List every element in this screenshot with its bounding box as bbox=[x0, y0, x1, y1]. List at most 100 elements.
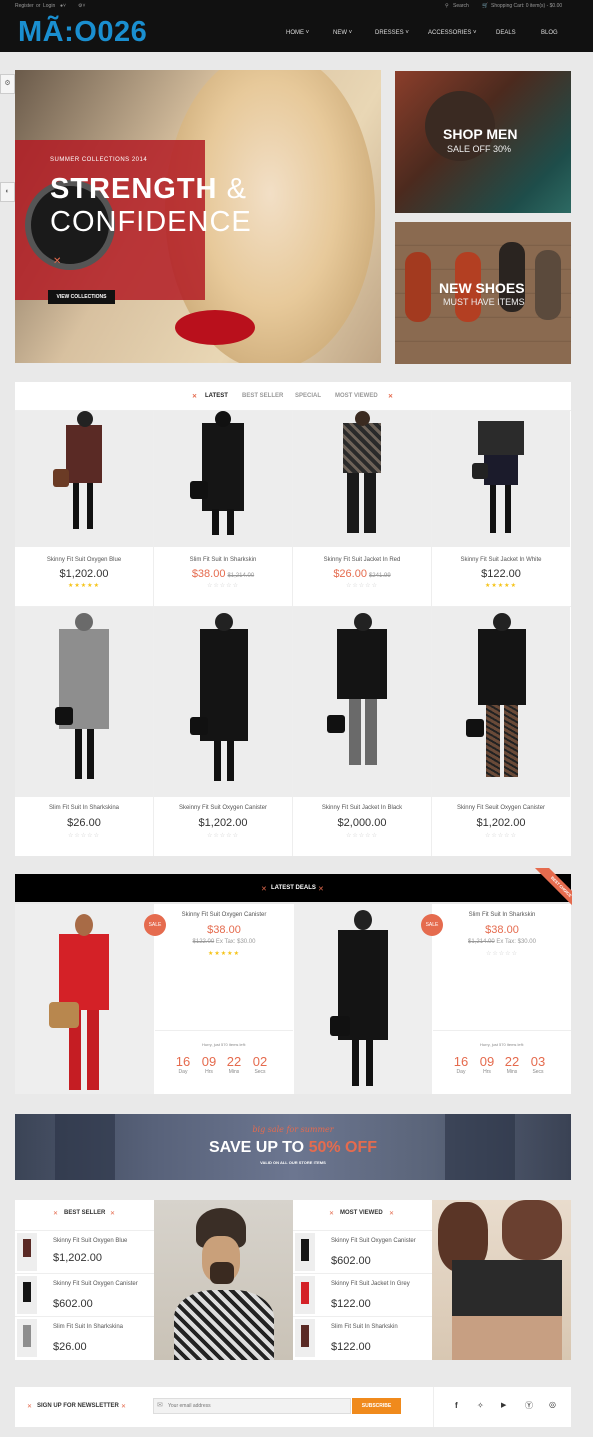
model-head bbox=[77, 411, 93, 427]
view-collections-button[interactable]: VIEW COLLECTIONS bbox=[48, 290, 115, 304]
promo-men-title: SHOP MEN bbox=[443, 126, 518, 142]
product-name[interactable]: Skinny Fit Suit Jacket In White bbox=[432, 557, 570, 563]
model-leg bbox=[75, 729, 82, 779]
product-card[interactable]: Skinny Fit Suit Jacket In Red $26.00 $241… bbox=[293, 411, 432, 606]
nav-dresses[interactable]: DRESSES ˅ bbox=[375, 30, 409, 36]
countdown-value: 16 bbox=[453, 1054, 469, 1069]
old-price: $1,214.00 bbox=[227, 573, 255, 579]
deal-old-price-value: $1,214.00 bbox=[468, 939, 495, 945]
product-name[interactable]: Skinny Fit Suit Jacket In Red bbox=[293, 557, 431, 563]
deal-product-image[interactable] bbox=[294, 904, 432, 1094]
settings-tool-icon[interactable]: ⚙ bbox=[0, 74, 15, 94]
thumb-figure bbox=[23, 1325, 31, 1347]
man-feather-image[interactable] bbox=[154, 1200, 293, 1360]
subscribe-button[interactable]: SUBSCRIBE bbox=[352, 1398, 401, 1414]
cart-icon[interactable]: 🛒 bbox=[482, 3, 488, 9]
search-icon[interactable]: ⚲ bbox=[445, 3, 449, 9]
list-item[interactable]: Skinny Fit Suit Oxygen Blue $1,202.00 bbox=[15, 1230, 154, 1273]
model-leg bbox=[212, 509, 219, 535]
banner-headline: SAVE UP TO 50% OFF bbox=[15, 1139, 571, 1157]
product-card[interactable]: Skinny Fit Suit Jacket In Black $2,000.0… bbox=[293, 606, 432, 856]
newsletter-email-field[interactable]: ✉ bbox=[153, 1398, 351, 1414]
list-item-name[interactable]: Skinny Fit Suit Oxygen Canister bbox=[331, 1238, 423, 1244]
facebook-icon[interactable]: f bbox=[455, 1401, 458, 1410]
register-link[interactable]: Register bbox=[15, 3, 34, 9]
list-item[interactable]: Skinny Fit Suit Oxygen Canister $602.00 bbox=[293, 1230, 432, 1273]
model-leg bbox=[214, 741, 221, 781]
list-item[interactable]: Skinny Fit Suit Oxygen Canister $602.00 bbox=[15, 1273, 154, 1316]
nav-home[interactable]: HOME ˅ bbox=[286, 30, 309, 36]
list-item[interactable]: Skinny Fit Suit Jacket In Grey $122.00 bbox=[293, 1273, 432, 1316]
pinterest-icon[interactable]: Ⓨ bbox=[525, 1400, 533, 1411]
product-card[interactable]: Slim Fit Suit In Sharkskina $26.00 ☆☆☆☆☆ bbox=[15, 606, 154, 856]
email-input[interactable] bbox=[168, 1400, 348, 1412]
product-card[interactable]: Skeinny Fit Suit Oxygen Canister $1,202.… bbox=[154, 606, 293, 856]
women-tops bbox=[452, 1260, 562, 1316]
model-leg bbox=[87, 1010, 99, 1090]
product-card[interactable]: Skinny Fit Suit Oxygen Blue $1,202.00 ★★… bbox=[15, 411, 154, 606]
deal-product-image[interactable] bbox=[15, 904, 154, 1094]
mail-icon: ✉ bbox=[157, 1402, 163, 1409]
promo-shoes-subtitle: MUST HAVE ITEMS bbox=[443, 297, 525, 307]
product-card[interactable]: Skinny Fit Seuit Oxygen Canister $1,202.… bbox=[432, 606, 571, 856]
deal-name[interactable]: Slim Fit Suit In Sharkskin bbox=[433, 912, 571, 918]
youtube-icon[interactable]: ▶ bbox=[501, 1401, 506, 1409]
nav-accessories[interactable]: ACCESSORIES ˅ bbox=[428, 30, 477, 36]
model-leg bbox=[73, 483, 79, 529]
rating-stars: ☆☆☆☆☆ bbox=[207, 833, 239, 839]
product-name[interactable]: Slim Fit Suit In Sharkskin bbox=[154, 557, 292, 563]
login-link[interactable]: Login bbox=[43, 3, 55, 9]
tab-most-viewed[interactable]: MOST VIEWED bbox=[335, 393, 378, 399]
user-icon[interactable]: ●˅ bbox=[60, 3, 66, 9]
bag bbox=[330, 1016, 350, 1036]
deal-name[interactable]: Skinny Fit Suit Oxygen Canister bbox=[155, 912, 293, 918]
women-image[interactable] bbox=[432, 1200, 571, 1360]
product-name[interactable]: Slim Fit Suit In Sharkskina bbox=[15, 805, 153, 811]
banner-percent: 50% OFF bbox=[308, 1139, 378, 1156]
nav-blog[interactable]: BLOG bbox=[541, 30, 558, 36]
promo-new-shoes[interactable]: NEW SHOES MUST HAVE ITEMS bbox=[395, 222, 571, 364]
theme-tool-icon[interactable]: ◐ bbox=[0, 182, 15, 202]
thumb-figure bbox=[23, 1239, 31, 1257]
model-leg bbox=[364, 473, 376, 533]
dribbble-icon[interactable]: ◎ bbox=[549, 1400, 556, 1409]
cart-summary[interactable]: Shopping Cart: 0 item(s) - $0.00 bbox=[491, 3, 562, 9]
list-item-name[interactable]: Skinny Fit Suit Oxygen Canister bbox=[53, 1281, 143, 1287]
rating-stars: ☆☆☆☆☆ bbox=[68, 833, 100, 839]
hero-slider[interactable]: SUMMER COLLECTIONS 2014 STRENGTH & CONFI… bbox=[15, 70, 381, 363]
product-name[interactable]: Skinny Fit Suit Jacket In Black bbox=[293, 805, 431, 811]
model-leg bbox=[352, 1040, 359, 1086]
site-logo[interactable]: MÃ:O026 bbox=[18, 16, 147, 49]
banner-main-text: SAVE UP TO bbox=[208, 1139, 305, 1156]
list-item[interactable]: Slim Fit Suit In Sharkskina $26.00 bbox=[15, 1316, 154, 1360]
shoe-1 bbox=[405, 252, 431, 322]
product-name[interactable]: Skinny Fit Seuit Oxygen Canister bbox=[432, 805, 570, 811]
countdown-minutes: 22 Mins bbox=[224, 1054, 244, 1075]
product-price: $2,000.00 bbox=[293, 817, 431, 829]
product-name[interactable]: Skeinny Fit Suit Oxygen Canister bbox=[154, 805, 292, 811]
countdown-seconds: 02 Secs bbox=[250, 1054, 270, 1075]
tab-best-seller[interactable]: BEST SELLER bbox=[242, 393, 283, 399]
twitter-icon[interactable]: ✧ bbox=[477, 1401, 484, 1410]
tab-latest[interactable]: LATEST bbox=[205, 393, 228, 399]
product-name[interactable]: Skinny Fit Suit Oxygen Blue bbox=[15, 557, 153, 563]
list-item-name[interactable]: Skinny Fit Suit Oxygen Blue bbox=[53, 1238, 153, 1244]
settings-icon[interactable]: ⚙˅ bbox=[78, 3, 85, 9]
list-item-name[interactable]: Skinny Fit Suit Jacket In Grey bbox=[331, 1281, 423, 1287]
deal-price: $38.00 bbox=[485, 924, 519, 936]
countdown-unit: Mins bbox=[228, 1069, 240, 1075]
search-link[interactable]: Search bbox=[453, 3, 469, 9]
product-card[interactable]: Skinny Fit Suit Jacket In White $122.00 … bbox=[432, 411, 571, 606]
list-thumb bbox=[295, 1233, 315, 1271]
product-card[interactable]: Slim Fit Suit In Sharkskin $38.00 $1,214.… bbox=[154, 411, 293, 606]
tab-special[interactable]: SPECIAL bbox=[295, 393, 321, 399]
countdown-unit: Secs bbox=[532, 1069, 544, 1075]
list-item-name[interactable]: Slim Fit Suit In Sharkskin bbox=[331, 1324, 431, 1330]
nav-deals[interactable]: DEALS bbox=[496, 30, 516, 36]
man-sweater bbox=[174, 1290, 274, 1360]
list-item[interactable]: Slim Fit Suit In Sharkskin $122.00 bbox=[293, 1316, 432, 1360]
nav-new[interactable]: NEW ˅ bbox=[333, 30, 352, 36]
list-item-name[interactable]: Slim Fit Suit In Sharkskina bbox=[53, 1324, 153, 1330]
promo-shop-men[interactable]: SHOP MEN SALE OFF 30% bbox=[395, 71, 571, 213]
sale-banner[interactable]: big sale for summer SAVE UP TO 50% OFF V… bbox=[15, 1114, 571, 1180]
